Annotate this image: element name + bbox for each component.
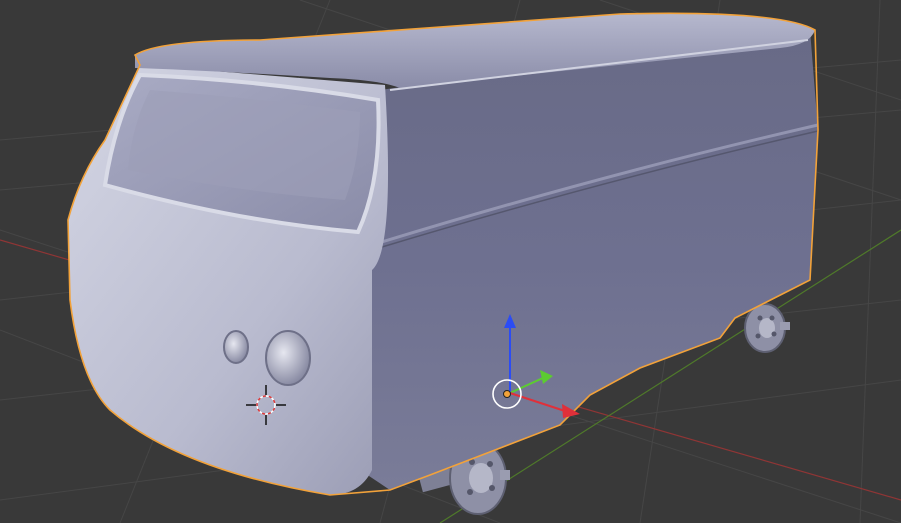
- rear-wheel: [744, 303, 790, 353]
- object-origin: [503, 390, 511, 398]
- headlamp-small: [223, 330, 249, 364]
- 3d-viewport[interactable]: [0, 0, 901, 523]
- headlamp-large: [265, 330, 311, 386]
- viewport-scene[interactable]: [0, 0, 901, 523]
- van-side-panel: [360, 30, 818, 490]
